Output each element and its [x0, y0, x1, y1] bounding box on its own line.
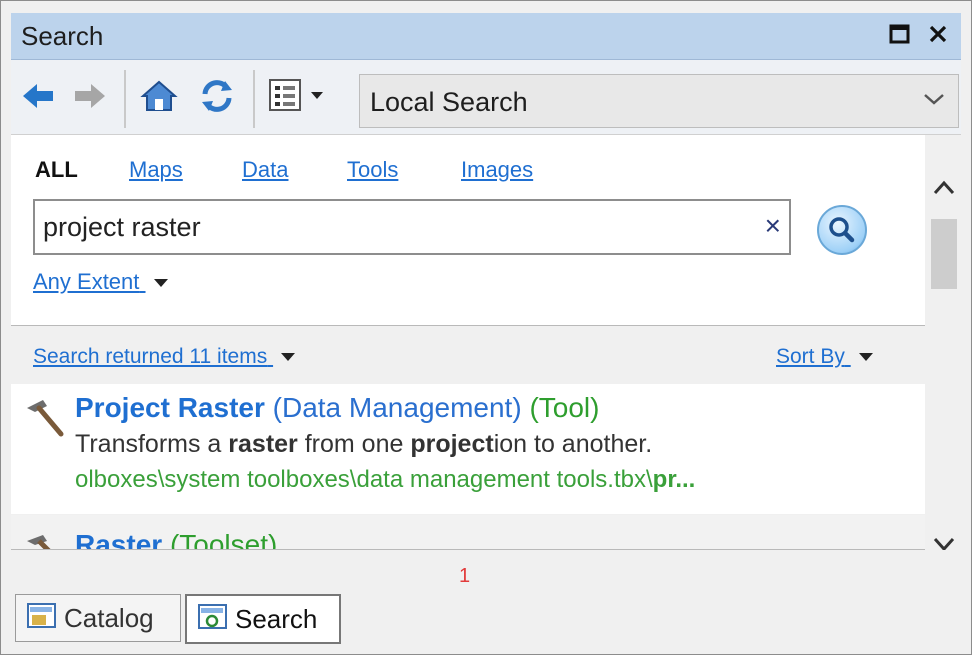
scroll-up-icon[interactable] — [931, 175, 957, 201]
tab-catalog[interactable]: Catalog — [15, 594, 181, 642]
result-kind: (Tool) — [529, 392, 600, 423]
result-title: Project Raster (Data Management) (Tool) — [75, 392, 599, 424]
forward-button[interactable] — [69, 76, 109, 116]
title-bar: Search — [11, 13, 961, 60]
catalog-icon — [27, 603, 56, 628]
annotation-number: 1 — [459, 565, 471, 587]
search-panel: ALL Maps Data Tools Images × Any Extent — [11, 135, 925, 325]
sort-by-dropdown[interactable]: Sort By — [776, 345, 873, 369]
view-options-button[interactable] — [267, 76, 327, 116]
sort-by-label: Sort By — [776, 345, 845, 368]
results-summary[interactable]: Search returned 11 items — [33, 345, 296, 369]
vertical-scrollbar[interactable] — [926, 135, 961, 581]
refresh-button[interactable] — [197, 76, 237, 116]
close-button[interactable] — [925, 22, 951, 48]
clear-search-button[interactable]: × — [765, 209, 781, 243]
result-title: Raster (Toolset) — [75, 529, 277, 549]
forward-arrow-icon — [75, 84, 105, 108]
window-title: Search — [21, 21, 104, 51]
search-input[interactable] — [41, 209, 745, 245]
category-data[interactable]: Data — [242, 157, 288, 183]
tab-search-label: Search — [235, 604, 318, 634]
search-icon — [829, 217, 855, 243]
search-toolbar: Local Search — [11, 60, 961, 135]
home-button[interactable] — [139, 76, 179, 116]
category-tools[interactable]: Tools — [347, 157, 398, 183]
category-all[interactable]: ALL — [35, 157, 78, 183]
results-summary-label: Search returned 11 items — [33, 345, 268, 368]
result-item[interactable]: Raster (Toolset) — [11, 515, 925, 549]
view-options-icon — [269, 79, 323, 111]
search-scope-value: Local Search — [370, 87, 528, 117]
search-tab-icon — [198, 604, 227, 629]
search-scope-dropdown[interactable]: Local Search — [359, 74, 959, 128]
extent-label: Any Extent — [33, 269, 140, 294]
category-maps[interactable]: Maps — [129, 157, 183, 183]
results-header: Search returned 11 items Sort By — [11, 327, 925, 384]
tab-search[interactable]: Search — [185, 594, 341, 644]
chevron-down-icon — [924, 94, 944, 105]
back-button[interactable] — [19, 76, 59, 116]
footer: 1 Catalog Search — [11, 550, 961, 654]
toolset-icon — [27, 535, 51, 549]
search-go-button[interactable] — [817, 205, 867, 255]
hammer-tool-icon — [27, 400, 64, 437]
result-category: (Data Management) — [272, 392, 522, 423]
tab-catalog-label: Catalog — [64, 603, 154, 633]
restore-button[interactable] — [887, 22, 913, 48]
result-kind: (Toolset) — [169, 529, 278, 549]
refresh-icon — [202, 80, 232, 112]
restore-icon — [889, 24, 910, 44]
back-arrow-icon — [23, 84, 53, 108]
scrollbar-thumb[interactable] — [931, 219, 957, 289]
close-icon — [929, 25, 947, 43]
extent-dropdown[interactable]: Any Extent — [33, 269, 168, 295]
result-path: olboxes\system toolboxes\data management… — [75, 466, 696, 493]
search-box: × — [33, 199, 791, 255]
caret-down-icon — [858, 353, 873, 362]
caret-down-icon — [281, 353, 296, 362]
caret-down-icon — [153, 279, 168, 288]
search-window: Search Local Search ALL Maps Data Tools … — [0, 0, 972, 655]
category-images[interactable]: Images — [461, 157, 533, 183]
home-icon — [140, 80, 178, 111]
result-description: Transforms a raster from one projection … — [75, 430, 653, 458]
result-name-link[interactable]: Raster — [75, 529, 162, 549]
result-name-link[interactable]: Project Raster — [75, 392, 265, 423]
result-item[interactable]: Project Raster (Data Management) (Tool) … — [11, 384, 925, 514]
